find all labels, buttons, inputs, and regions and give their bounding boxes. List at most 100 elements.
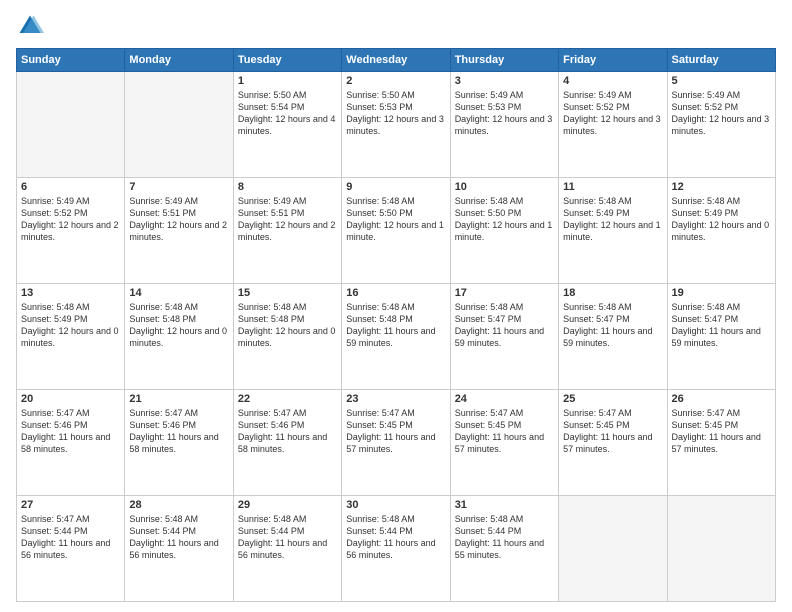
- calendar-cell: 25 Sunrise: 5:47 AM Sunset: 5:45 PM Dayli…: [559, 390, 667, 496]
- day-info: Sunrise: 5:48 AM Sunset: 5:44 PM Dayligh…: [455, 513, 554, 562]
- day-info: Sunrise: 5:48 AM Sunset: 5:50 PM Dayligh…: [455, 195, 554, 244]
- weekday-header-tuesday: Tuesday: [233, 49, 341, 72]
- calendar-cell: [667, 496, 775, 602]
- weekday-header-sunday: Sunday: [17, 49, 125, 72]
- calendar-cell: 23 Sunrise: 5:47 AM Sunset: 5:45 PM Dayli…: [342, 390, 450, 496]
- day-info: Sunrise: 5:47 AM Sunset: 5:45 PM Dayligh…: [563, 407, 662, 456]
- weekday-header-wednesday: Wednesday: [342, 49, 450, 72]
- calendar-cell: 30 Sunrise: 5:48 AM Sunset: 5:44 PM Dayli…: [342, 496, 450, 602]
- weekday-header-thursday: Thursday: [450, 49, 558, 72]
- calendar-cell: 17 Sunrise: 5:48 AM Sunset: 5:47 PM Dayli…: [450, 284, 558, 390]
- day-number: 27: [21, 499, 120, 511]
- calendar-cell: [17, 72, 125, 178]
- day-info: Sunrise: 5:48 AM Sunset: 5:47 PM Dayligh…: [672, 301, 771, 350]
- day-info: Sunrise: 5:50 AM Sunset: 5:54 PM Dayligh…: [238, 89, 337, 138]
- calendar-cell: 8 Sunrise: 5:49 AM Sunset: 5:51 PM Daylig…: [233, 178, 341, 284]
- day-number: 1: [238, 75, 337, 87]
- day-number: 20: [21, 393, 120, 405]
- day-number: 26: [672, 393, 771, 405]
- day-info: Sunrise: 5:48 AM Sunset: 5:44 PM Dayligh…: [346, 513, 445, 562]
- day-number: 7: [129, 181, 228, 193]
- day-info: Sunrise: 5:47 AM Sunset: 5:46 PM Dayligh…: [21, 407, 120, 456]
- header: [16, 12, 776, 40]
- day-number: 17: [455, 287, 554, 299]
- day-info: Sunrise: 5:48 AM Sunset: 5:49 PM Dayligh…: [563, 195, 662, 244]
- day-number: 13: [21, 287, 120, 299]
- day-number: 25: [563, 393, 662, 405]
- day-info: Sunrise: 5:50 AM Sunset: 5:53 PM Dayligh…: [346, 89, 445, 138]
- day-number: 8: [238, 181, 337, 193]
- day-number: 12: [672, 181, 771, 193]
- logo: [16, 12, 48, 40]
- day-number: 11: [563, 181, 662, 193]
- day-number: 23: [346, 393, 445, 405]
- day-info: Sunrise: 5:49 AM Sunset: 5:51 PM Dayligh…: [238, 195, 337, 244]
- day-info: Sunrise: 5:47 AM Sunset: 5:46 PM Dayligh…: [238, 407, 337, 456]
- calendar-cell: 31 Sunrise: 5:48 AM Sunset: 5:44 PM Dayli…: [450, 496, 558, 602]
- day-number: 16: [346, 287, 445, 299]
- calendar-cell: 2 Sunrise: 5:50 AM Sunset: 5:53 PM Daylig…: [342, 72, 450, 178]
- day-info: Sunrise: 5:48 AM Sunset: 5:48 PM Dayligh…: [238, 301, 337, 350]
- day-info: Sunrise: 5:49 AM Sunset: 5:53 PM Dayligh…: [455, 89, 554, 138]
- day-info: Sunrise: 5:47 AM Sunset: 5:46 PM Dayligh…: [129, 407, 228, 456]
- day-info: Sunrise: 5:48 AM Sunset: 5:47 PM Dayligh…: [455, 301, 554, 350]
- day-info: Sunrise: 5:49 AM Sunset: 5:52 PM Dayligh…: [563, 89, 662, 138]
- day-info: Sunrise: 5:48 AM Sunset: 5:49 PM Dayligh…: [672, 195, 771, 244]
- calendar-cell: 9 Sunrise: 5:48 AM Sunset: 5:50 PM Daylig…: [342, 178, 450, 284]
- day-number: 31: [455, 499, 554, 511]
- calendar-header-row: SundayMondayTuesdayWednesdayThursdayFrid…: [17, 49, 776, 72]
- calendar-cell: 20 Sunrise: 5:47 AM Sunset: 5:46 PM Dayli…: [17, 390, 125, 496]
- day-number: 19: [672, 287, 771, 299]
- day-number: 29: [238, 499, 337, 511]
- day-number: 30: [346, 499, 445, 511]
- calendar-cell: 24 Sunrise: 5:47 AM Sunset: 5:45 PM Dayli…: [450, 390, 558, 496]
- day-number: 10: [455, 181, 554, 193]
- day-number: 28: [129, 499, 228, 511]
- calendar-cell: 11 Sunrise: 5:48 AM Sunset: 5:49 PM Dayli…: [559, 178, 667, 284]
- calendar-cell: 7 Sunrise: 5:49 AM Sunset: 5:51 PM Daylig…: [125, 178, 233, 284]
- day-info: Sunrise: 5:48 AM Sunset: 5:44 PM Dayligh…: [238, 513, 337, 562]
- day-number: 6: [21, 181, 120, 193]
- calendar-cell: 1 Sunrise: 5:50 AM Sunset: 5:54 PM Daylig…: [233, 72, 341, 178]
- calendar-cell: 27 Sunrise: 5:47 AM Sunset: 5:44 PM Dayli…: [17, 496, 125, 602]
- day-number: 14: [129, 287, 228, 299]
- day-info: Sunrise: 5:48 AM Sunset: 5:44 PM Dayligh…: [129, 513, 228, 562]
- day-number: 5: [672, 75, 771, 87]
- day-info: Sunrise: 5:49 AM Sunset: 5:51 PM Dayligh…: [129, 195, 228, 244]
- calendar-week-3: 13 Sunrise: 5:48 AM Sunset: 5:49 PM Dayli…: [17, 284, 776, 390]
- day-number: 24: [455, 393, 554, 405]
- calendar-cell: 26 Sunrise: 5:47 AM Sunset: 5:45 PM Dayli…: [667, 390, 775, 496]
- calendar-cell: 13 Sunrise: 5:48 AM Sunset: 5:49 PM Dayli…: [17, 284, 125, 390]
- day-info: Sunrise: 5:47 AM Sunset: 5:44 PM Dayligh…: [21, 513, 120, 562]
- calendar-cell: 14Sunrise: 5:48 AM Sunset: 5:48 PM Dayli…: [125, 284, 233, 390]
- day-number: 9: [346, 181, 445, 193]
- calendar-cell: 18 Sunrise: 5:48 AM Sunset: 5:47 PM Dayli…: [559, 284, 667, 390]
- calendar-week-4: 20 Sunrise: 5:47 AM Sunset: 5:46 PM Dayli…: [17, 390, 776, 496]
- day-info: Sunrise: 5:48 AM Sunset: 5:47 PM Dayligh…: [563, 301, 662, 350]
- calendar-cell: 5Sunrise: 5:49 AM Sunset: 5:52 PM Daylig…: [667, 72, 775, 178]
- calendar-cell: 21Sunrise: 5:47 AM Sunset: 5:46 PM Dayli…: [125, 390, 233, 496]
- calendar-table: SundayMondayTuesdayWednesdayThursdayFrid…: [16, 48, 776, 602]
- calendar-cell: 29 Sunrise: 5:48 AM Sunset: 5:44 PM Dayli…: [233, 496, 341, 602]
- day-info: Sunrise: 5:47 AM Sunset: 5:45 PM Dayligh…: [672, 407, 771, 456]
- calendar-cell: 22 Sunrise: 5:47 AM Sunset: 5:46 PM Dayli…: [233, 390, 341, 496]
- weekday-header-monday: Monday: [125, 49, 233, 72]
- calendar-cell: 28 Sunrise: 5:48 AM Sunset: 5:44 PM Dayli…: [125, 496, 233, 602]
- day-number: 22: [238, 393, 337, 405]
- day-info: Sunrise: 5:47 AM Sunset: 5:45 PM Dayligh…: [346, 407, 445, 456]
- day-info: Sunrise: 5:48 AM Sunset: 5:49 PM Dayligh…: [21, 301, 120, 350]
- calendar-week-5: 27 Sunrise: 5:47 AM Sunset: 5:44 PM Dayli…: [17, 496, 776, 602]
- day-info: Sunrise: 5:47 AM Sunset: 5:45 PM Dayligh…: [455, 407, 554, 456]
- day-number: 2: [346, 75, 445, 87]
- calendar-cell: 3 Sunrise: 5:49 AM Sunset: 5:53 PM Daylig…: [450, 72, 558, 178]
- day-info: Sunrise: 5:48 AM Sunset: 5:48 PM Dayligh…: [346, 301, 445, 350]
- calendar-week-2: 6Sunrise: 5:49 AM Sunset: 5:52 PM Daylig…: [17, 178, 776, 284]
- day-info: Sunrise: 5:48 AM Sunset: 5:50 PM Dayligh…: [346, 195, 445, 244]
- calendar-cell: 4Sunrise: 5:49 AM Sunset: 5:52 PM Daylig…: [559, 72, 667, 178]
- day-number: 3: [455, 75, 554, 87]
- weekday-header-saturday: Saturday: [667, 49, 775, 72]
- calendar-cell: [559, 496, 667, 602]
- calendar-cell: 12 Sunrise: 5:48 AM Sunset: 5:49 PM Dayli…: [667, 178, 775, 284]
- day-number: 18: [563, 287, 662, 299]
- calendar-cell: 6Sunrise: 5:49 AM Sunset: 5:52 PM Daylig…: [17, 178, 125, 284]
